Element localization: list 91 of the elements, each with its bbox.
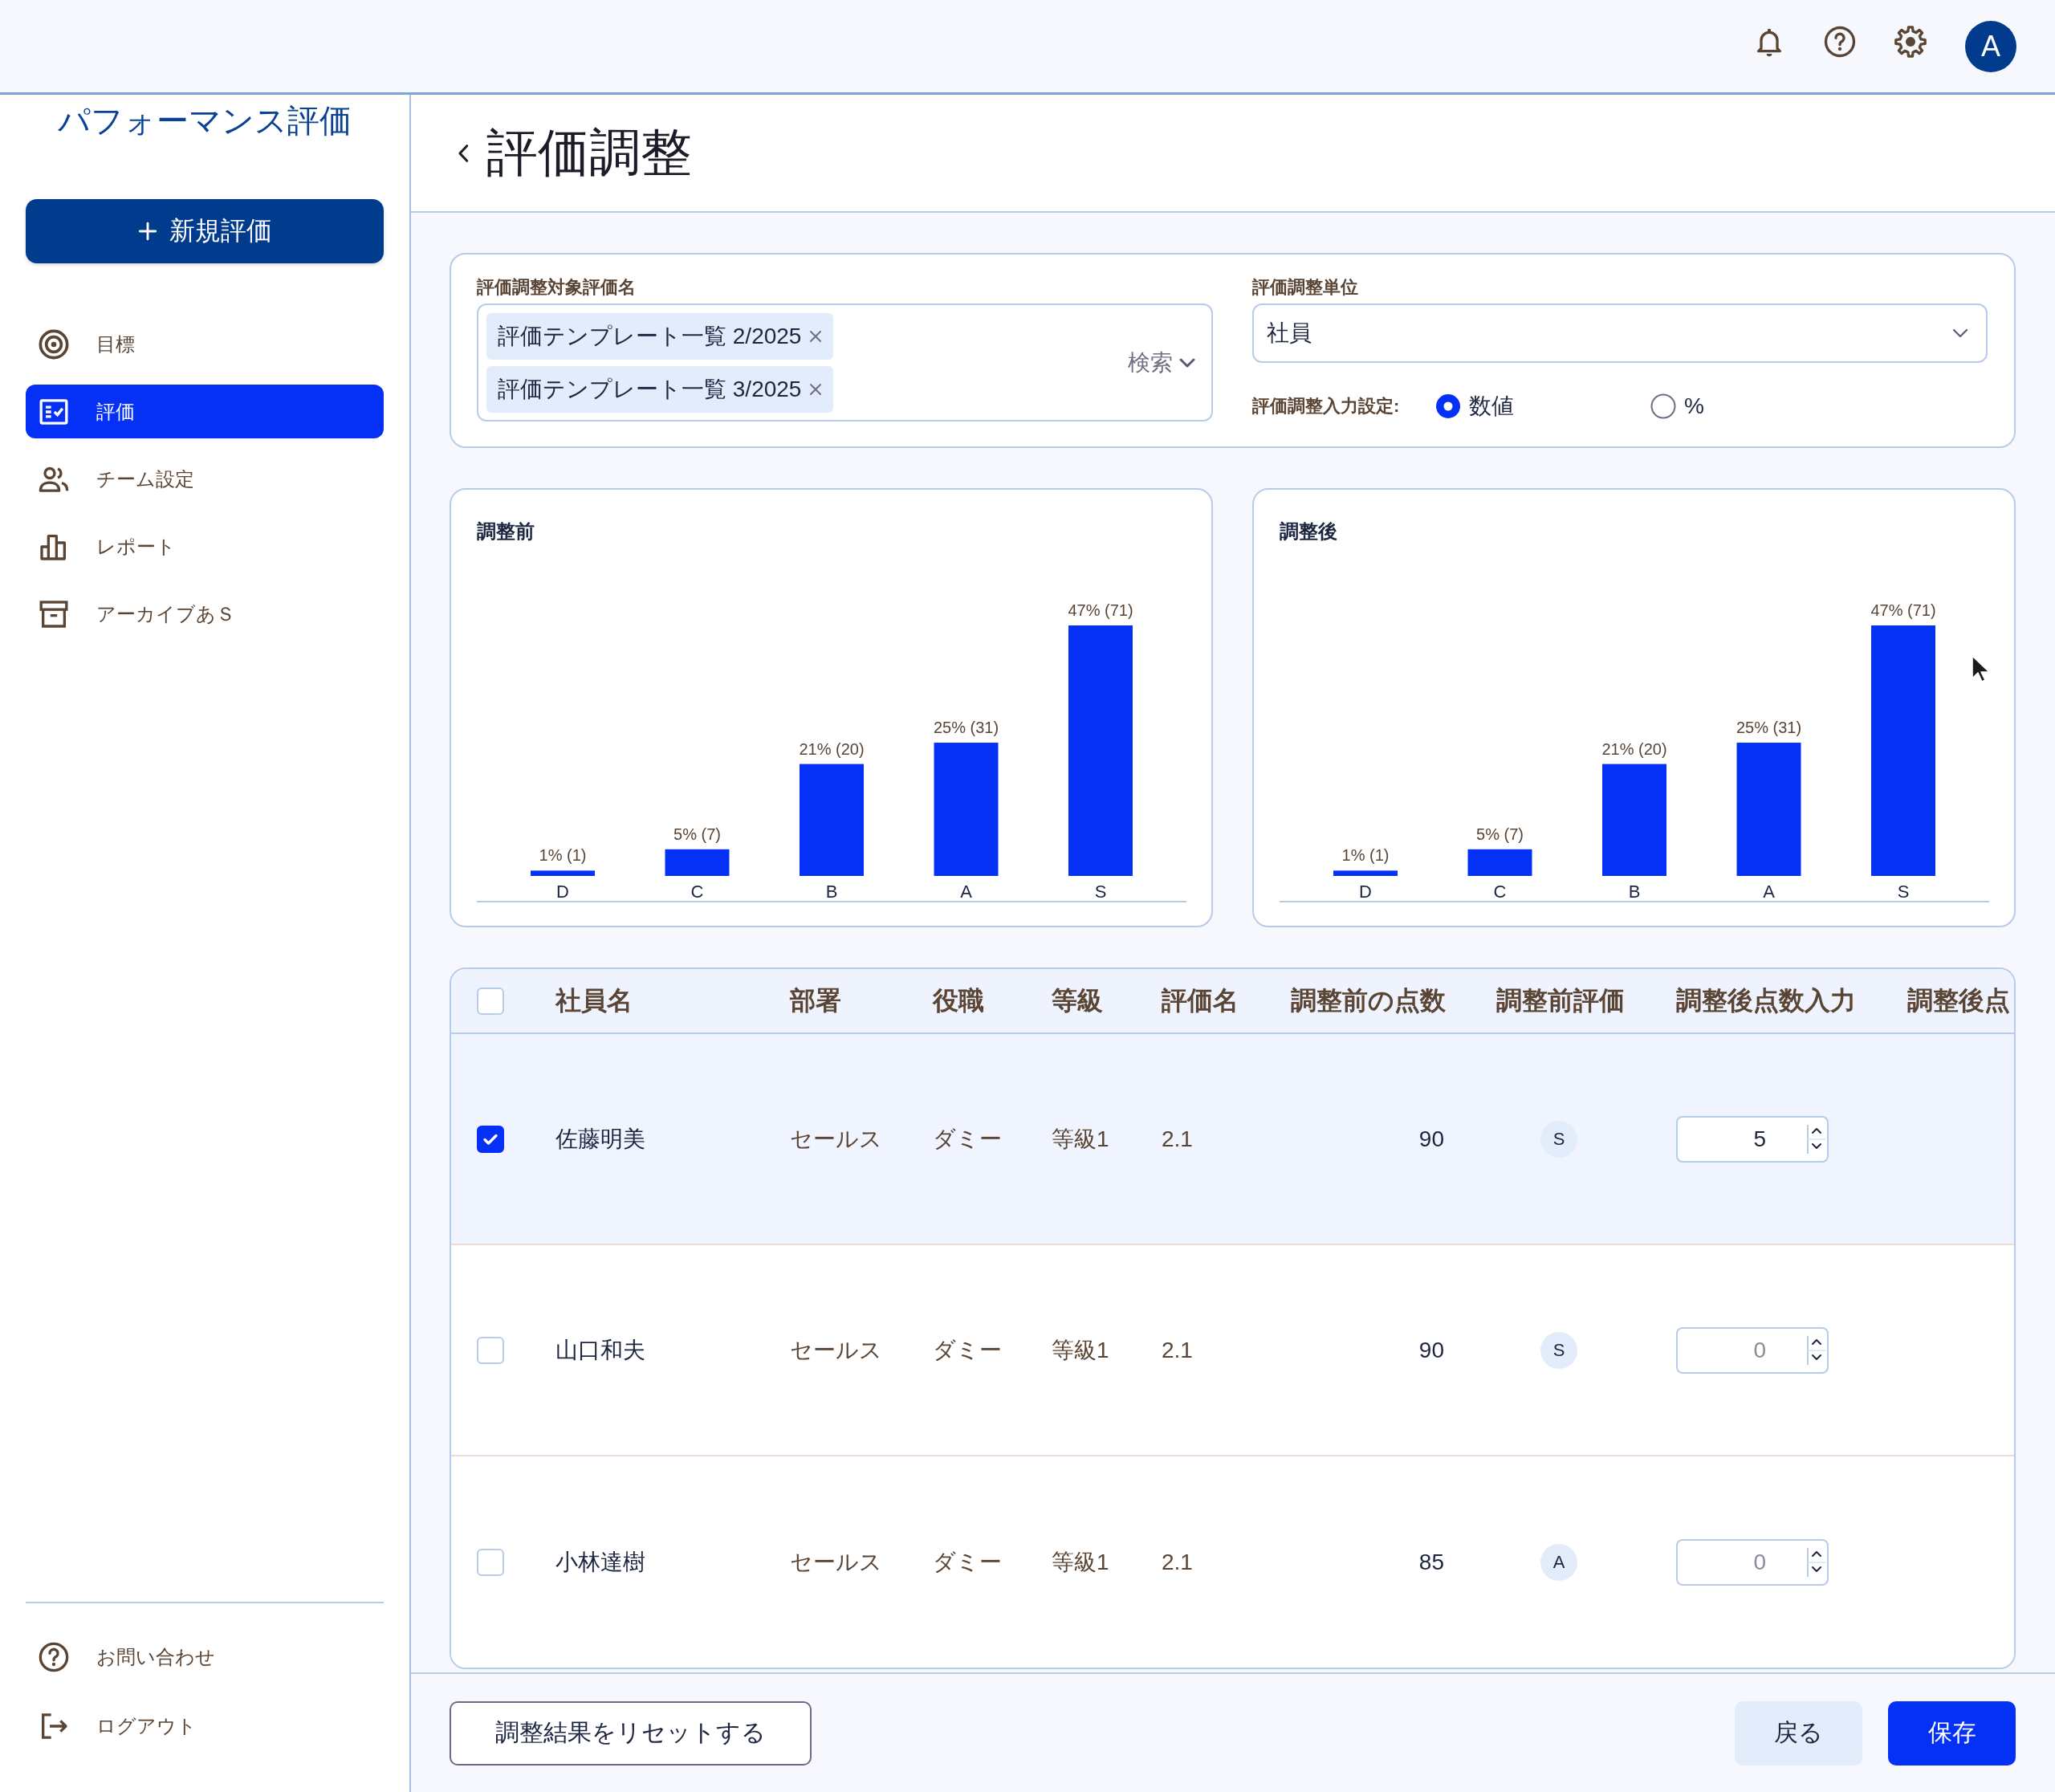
category-label: S: [1094, 882, 1107, 902]
value-label: 1% (1): [1341, 846, 1390, 865]
value-label: 25% (31): [933, 719, 999, 737]
category-label: A: [1763, 882, 1775, 902]
column-header: 役職: [933, 985, 984, 1015]
category-label: D: [1359, 882, 1372, 902]
nav-item[interactable]: チーム設定: [26, 452, 384, 506]
category-label: B: [825, 882, 838, 902]
chevron-down-icon: [1952, 328, 1968, 338]
value-label: 47% (71): [1870, 601, 1936, 619]
target-icon: [38, 328, 70, 360]
table-cell: 2.1: [1162, 1337, 1193, 1362]
nav-item[interactable]: 目標: [26, 317, 384, 371]
table-cell: 90: [1418, 1337, 1444, 1363]
score-input-field[interactable]: 5: [1676, 1115, 1829, 1163]
column-header: 調整前の点数: [1291, 985, 1446, 1015]
filter-chip[interactable]: 評価テンプレート一覧 3/2025: [486, 365, 834, 413]
column-header: 調整前評価: [1496, 985, 1625, 1015]
value-label: 21% (20): [1601, 739, 1667, 758]
category-label: C: [1493, 882, 1507, 902]
help-icon[interactable]: [1824, 25, 1856, 58]
table-cell: 90: [1418, 1126, 1444, 1152]
value-label: 25% (31): [1736, 719, 1802, 737]
field-label: 評価調整入力設定:: [1252, 395, 1401, 417]
field-label: 評価調整単位: [1252, 277, 1359, 298]
help-icon: [38, 1640, 70, 1673]
table-cell: セールス: [790, 1126, 882, 1151]
value-label: 1% (1): [539, 846, 587, 865]
column-header: 等級: [1052, 985, 1103, 1015]
field-label: 評価調整対象評価名: [477, 277, 637, 298]
table-cell: 85: [1418, 1549, 1444, 1575]
category-label: A: [960, 882, 972, 902]
page-title: 評価調整: [486, 123, 692, 184]
value-label: 47% (71): [1068, 601, 1133, 619]
reset-button[interactable]: 調整結果をリセットする: [450, 1700, 812, 1766]
evaluation-multiselect-field[interactable]: 評価テンプレート一覧 2/2025 評価テンプレート一覧 3/2025 検索: [477, 303, 1213, 422]
table-cell: 等級1: [1052, 1549, 1109, 1574]
value-label: 21% (20): [799, 739, 865, 758]
table-cell: 佐藤明美: [555, 1126, 645, 1151]
user-avatar[interactable]: A: [1965, 20, 2016, 72]
filter-chip[interactable]: 評価テンプレート一覧 2/2025: [486, 312, 834, 360]
table-cell: ダミー: [933, 1126, 1002, 1151]
chart-title: 調整前: [477, 519, 535, 543]
nav-item[interactable]: 評価: [26, 385, 384, 438]
table-cell: ダミー: [933, 1549, 1002, 1574]
category-label: B: [1628, 882, 1641, 902]
table-cell: 2.1: [1162, 1549, 1193, 1574]
score-input-field[interactable]: 0: [1676, 1326, 1829, 1374]
checkbox[interactable]: [477, 1125, 504, 1153]
chevron-left-icon[interactable]: [458, 143, 469, 163]
value-label: 5% (7): [673, 825, 721, 843]
column-header: 社員名: [555, 985, 633, 1015]
radio-label: %: [1684, 393, 1704, 419]
table-row[interactable]: 佐藤明美 セールス ダミー 等級1 2.1 90 S 5: [451, 1034, 2014, 1245]
table-cell: 小林達樹: [555, 1549, 645, 1574]
table-cell: セールス: [790, 1549, 882, 1574]
nav-item[interactable]: アーカイブあＳ: [26, 587, 384, 641]
radio-button[interactable]: [1435, 393, 1461, 419]
table-cell: セールス: [790, 1337, 882, 1362]
rating-badge: S: [1540, 1120, 1577, 1158]
column-header: 調整後点数入力: [1676, 985, 1856, 1015]
table-cell: 2.1: [1162, 1126, 1193, 1151]
table-cell: ダミー: [933, 1337, 1002, 1362]
category-label: C: [690, 882, 704, 902]
unit-select-field[interactable]: 社員: [1252, 303, 1988, 363]
chart-title: 調整後: [1280, 519, 1338, 543]
column-header: 評価名: [1162, 985, 1239, 1015]
rating-badge: S: [1540, 1331, 1577, 1369]
radio-label: 数値: [1469, 393, 1514, 420]
search-dropdown-button[interactable]: 検索: [1128, 347, 1195, 378]
new-evaluation-button[interactable]: 新規評価: [26, 199, 384, 263]
nav-item[interactable]: ログアウト: [26, 1699, 384, 1753]
table-cell: 等級1: [1052, 1337, 1109, 1362]
column-header: 部署: [790, 985, 841, 1015]
app-title: パフォーマンス評価: [57, 102, 352, 140]
nav-item[interactable]: レポート: [26, 519, 384, 573]
category-label: S: [1897, 882, 1910, 902]
table-cell: 等級1: [1052, 1126, 1109, 1151]
back-button[interactable]: 戻る: [1735, 1700, 1862, 1766]
nav-item[interactable]: お問い合わせ: [26, 1630, 384, 1684]
table-cell: 山口和夫: [555, 1337, 645, 1362]
settings-icon[interactable]: [1894, 25, 1927, 58]
score-input-field[interactable]: 0: [1676, 1538, 1829, 1586]
plus-icon: [137, 221, 158, 242]
column-header: 調整後点: [1907, 985, 2010, 1015]
value-label: 5% (7): [1476, 825, 1524, 843]
chevron-down-icon: [1179, 357, 1195, 368]
rating-badge: A: [1540, 1543, 1577, 1581]
radio-button[interactable]: [1650, 393, 1676, 419]
category-label: D: [556, 882, 569, 902]
save-button[interactable]: 保存: [1888, 1700, 2016, 1766]
